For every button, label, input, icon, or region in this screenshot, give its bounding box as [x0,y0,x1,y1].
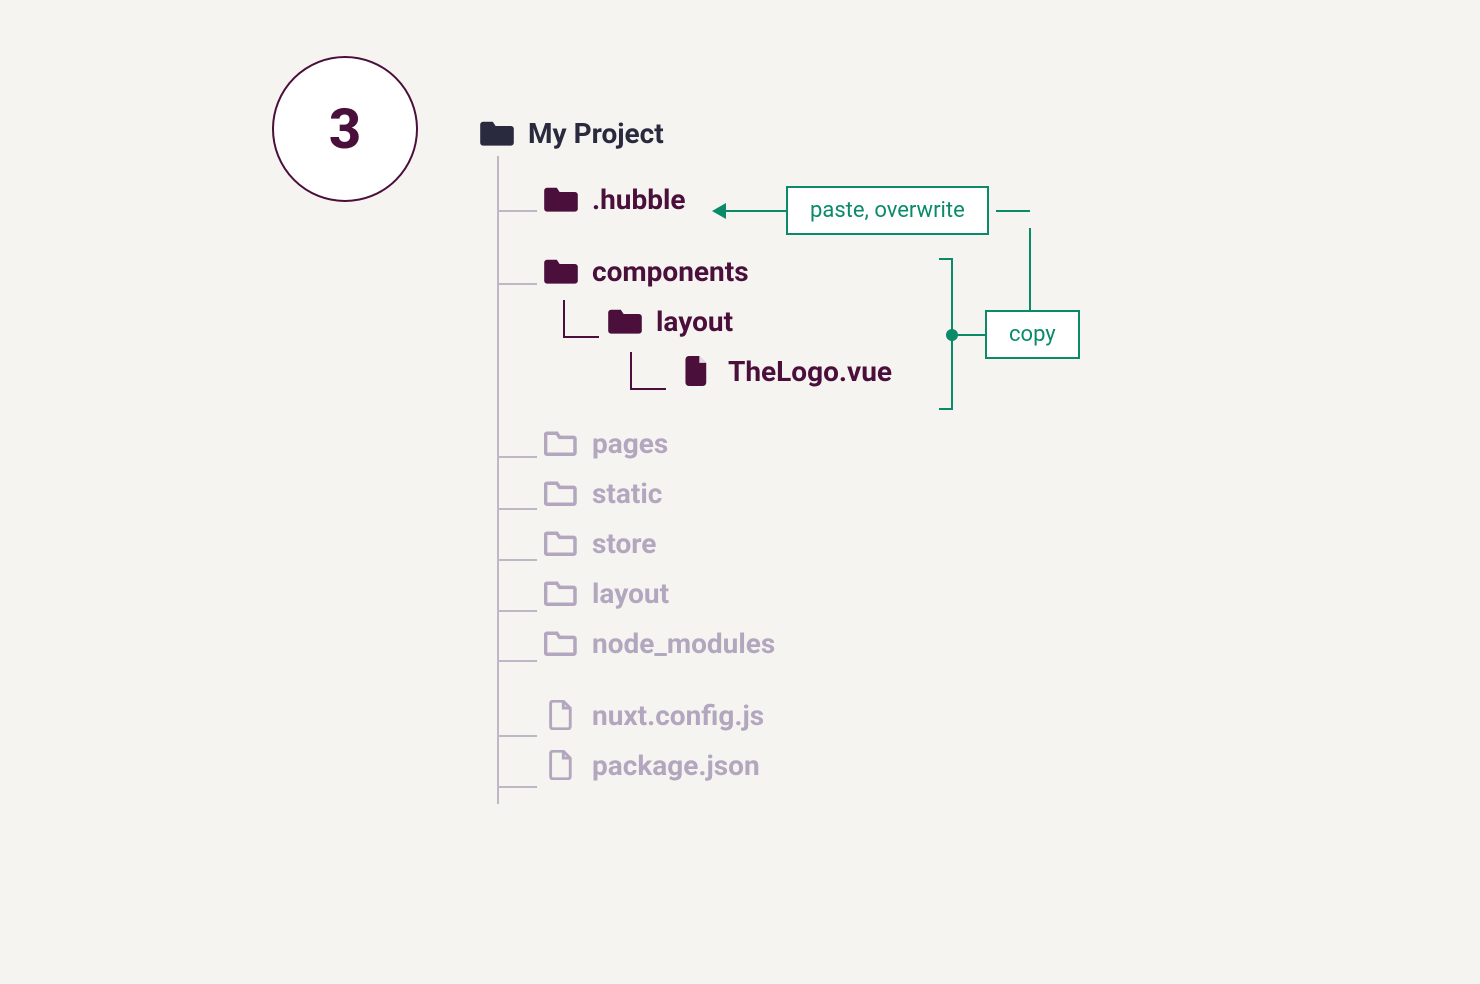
tree-item-nuxt-config: nuxt.config.js [544,690,892,740]
folder-icon [544,184,578,214]
arrow-head-icon [712,203,726,219]
file-outline-icon [544,700,578,730]
callout-paste-text: paste, overwrite [810,198,965,223]
callout-copy: copy [985,310,1080,359]
callout-copy-text: copy [1009,322,1056,347]
folder-outline-icon [544,578,578,608]
tree-item-static: static [544,468,892,518]
folder-icon [480,118,514,148]
tree-label: layout [592,577,669,610]
tree-label: .hubble [592,183,686,216]
tree-item-layout-sub: layout [608,296,892,346]
callout-paste: paste, overwrite [786,186,989,235]
folder-icon [544,256,578,286]
step-number: 3 [329,96,361,162]
tree-item-thelogo: TheLogo.vue [680,346,892,396]
tree-label: node_modules [592,627,775,660]
arrow-line [726,210,786,212]
folder-icon [608,306,642,336]
copy-connector-line [957,334,985,336]
tree-label: package.json [592,749,760,782]
tree-label: static [592,477,662,510]
tree-item-pages: pages [544,418,892,468]
copy-bracket-top [939,258,951,260]
file-icon [680,356,714,386]
file-outline-icon [544,750,578,780]
folder-outline-icon [544,528,578,558]
route-to-paste [996,210,1030,212]
step-badge: 3 [272,56,418,202]
folder-outline-icon [544,628,578,658]
folder-outline-icon [544,478,578,508]
copy-bracket-bottom [939,408,951,410]
tree-label: pages [592,427,668,460]
tree-label-root: My Project [528,117,664,150]
tree-item-layout: layout [544,568,892,618]
tree-label: components [592,255,749,288]
tree-item-components: components [544,246,892,296]
tree-label: TheLogo.vue [728,355,892,388]
tree-label: layout [656,305,733,338]
tree-item-package-json: package.json [544,740,892,790]
tree-label: store [592,527,656,560]
tree-item-node-modules: node_modules [544,618,892,668]
folder-outline-icon [544,428,578,458]
route-vertical [1029,228,1031,310]
tree-root: My Project [480,112,892,154]
tree-item-store: store [544,518,892,568]
tree-label: nuxt.config.js [592,699,764,732]
